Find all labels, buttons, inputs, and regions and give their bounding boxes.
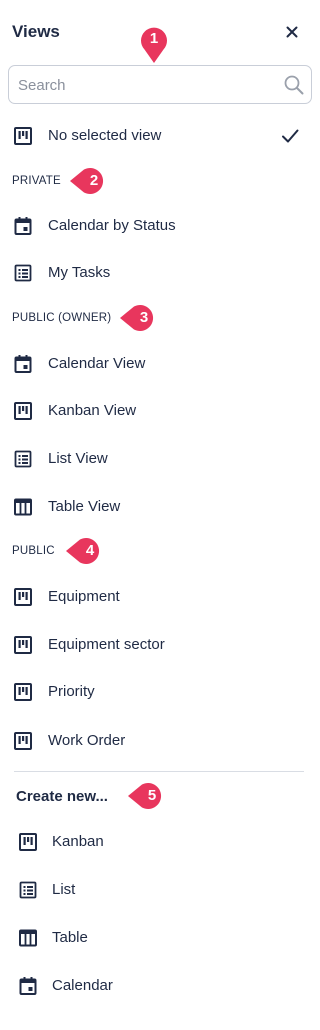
view-item-label: Kanban View [48, 402, 137, 419]
table-icon [14, 498, 32, 516]
callout-number: 1 [149, 30, 159, 47]
kanban-icon [14, 732, 32, 750]
calendar-icon [14, 355, 32, 373]
create-item-label: List [52, 881, 76, 898]
create-new-heading: Create new... [16, 788, 108, 805]
create-table[interactable]: Table [0, 918, 319, 958]
calendar-icon [19, 977, 37, 995]
section-label-public: PUBLIC [12, 545, 55, 557]
view-item-my-tasks[interactable]: My Tasks [0, 253, 319, 293]
view-item-no-selected[interactable]: No selected view [0, 116, 319, 156]
close-icon[interactable] [282, 22, 302, 42]
divider [14, 771, 304, 772]
view-item-label: Calendar View [48, 355, 146, 372]
search-input[interactable] [18, 74, 268, 96]
views-panel: Views 1 No selected view PRIVATE [0, 0, 319, 1030]
list-icon [19, 881, 37, 899]
create-item-label: Calendar [52, 977, 113, 994]
create-list[interactable]: List [0, 870, 319, 910]
view-item-priority[interactable]: Priority [0, 672, 319, 712]
view-item-label: List View [48, 450, 108, 467]
view-item-table-view[interactable]: Table View [0, 487, 319, 527]
callout-number: 2 [89, 172, 99, 189]
checkmark-icon [282, 129, 299, 143]
create-item-label: Kanban [52, 833, 104, 850]
kanban-icon [14, 588, 32, 606]
view-item-label: Calendar by Status [48, 217, 176, 234]
callout-number: 3 [139, 309, 149, 326]
create-item-label: Table [52, 929, 88, 946]
view-item-label: No selected view [48, 127, 162, 144]
kanban-icon [14, 402, 32, 420]
list-icon [14, 264, 32, 282]
callout-marker-1: 1 [140, 26, 168, 64]
kanban-icon [14, 683, 32, 701]
view-item-label: Work Order [48, 732, 126, 749]
kanban-icon [14, 127, 32, 145]
callout-marker-3: 3 [120, 304, 162, 332]
callout-marker-2: 2 [70, 167, 112, 195]
create-calendar[interactable]: Calendar [0, 966, 319, 1006]
view-item-label: Equipment [48, 588, 120, 605]
search-field[interactable] [8, 65, 312, 104]
view-item-equipment-sector[interactable]: Equipment sector [0, 625, 319, 665]
view-item-equipment[interactable]: Equipment [0, 577, 319, 617]
view-item-label: Table View [48, 498, 121, 515]
view-item-calendar-by-status[interactable]: Calendar by Status [0, 206, 319, 246]
callout-marker-4: 4 [66, 537, 108, 565]
view-item-work-order[interactable]: Work Order [0, 721, 319, 761]
view-item-label: My Tasks [48, 264, 111, 281]
view-item-label: Equipment sector [48, 636, 165, 653]
section-label-public-owner: PUBLIC (OWNER) [12, 312, 112, 324]
view-item-calendar-view[interactable]: Calendar View [0, 344, 319, 384]
callout-number: 4 [85, 542, 95, 559]
view-item-label: Priority [48, 683, 95, 700]
calendar-icon [14, 217, 32, 235]
view-item-kanban-view[interactable]: Kanban View [0, 391, 319, 431]
callout-number: 5 [147, 787, 157, 804]
panel-title: Views [12, 22, 60, 41]
table-icon [19, 929, 37, 947]
kanban-icon [19, 833, 37, 851]
callout-marker-5: 5 [128, 782, 170, 810]
section-label-private: PRIVATE [12, 175, 61, 187]
search-icon [284, 75, 304, 95]
kanban-icon [14, 636, 32, 654]
list-icon [14, 450, 32, 468]
view-item-list-view[interactable]: List View [0, 439, 319, 479]
create-kanban[interactable]: Kanban [0, 822, 319, 862]
